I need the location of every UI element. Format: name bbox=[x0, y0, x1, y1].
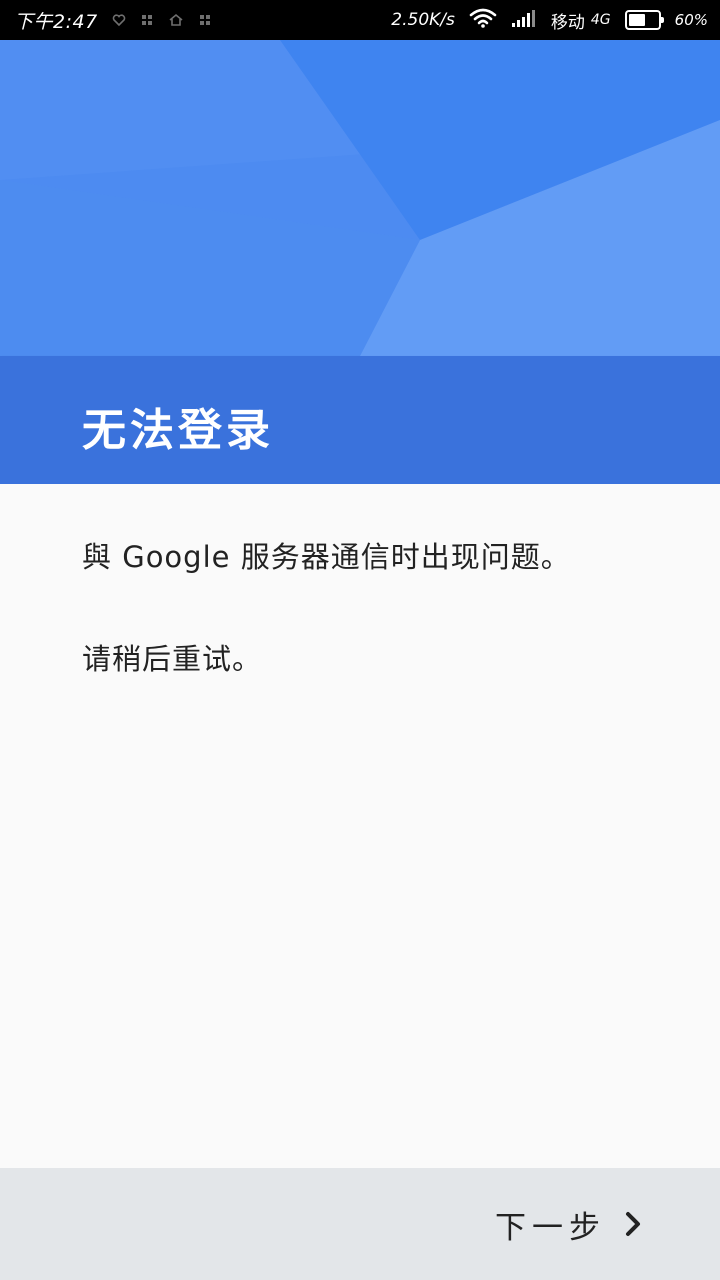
header-background-shapes bbox=[0, 40, 720, 356]
bottom-navigation-bar: 下一步 bbox=[0, 1168, 720, 1280]
network-type: 4G bbox=[590, 12, 611, 28]
battery-percent: 60% bbox=[674, 11, 708, 29]
next-button[interactable]: 下一步 bbox=[495, 1200, 642, 1248]
grid-notification-icon bbox=[140, 13, 154, 27]
battery-icon bbox=[624, 10, 664, 30]
wifi-icon bbox=[469, 8, 497, 32]
retry-message: 请稍后重试。 bbox=[82, 642, 263, 676]
chevron-right-icon bbox=[624, 1211, 642, 1237]
status-bar-left: 下午2:47 bbox=[14, 7, 212, 34]
next-button-label: 下一步 bbox=[495, 1209, 606, 1246]
signal-icon bbox=[511, 9, 537, 31]
error-message: 與 Google 服务器通信时出现问题。 bbox=[82, 540, 571, 574]
network-speed: 2.50K/s bbox=[391, 10, 455, 30]
status-time: 下午2:47 bbox=[14, 10, 98, 33]
title-band: 无法登录 bbox=[0, 356, 720, 484]
heart-notification-icon bbox=[112, 13, 126, 27]
message-area: 與 Google 服务器通信时出现问题。 请稍后重试。 bbox=[0, 484, 720, 1168]
page-title: 无法登录 bbox=[82, 405, 274, 456]
status-bar-right: 2.50K/s 移动 4G 60% bbox=[391, 8, 708, 33]
header-illustration bbox=[0, 40, 720, 356]
battery-fill bbox=[628, 14, 646, 26]
carrier-name: 移动 bbox=[550, 12, 585, 33]
status-bar: 下午2:47 2.50K/s 移动 4G 60% bbox=[0, 0, 720, 40]
home-notification-icon bbox=[168, 13, 184, 27]
app-notification-icon bbox=[198, 13, 212, 27]
